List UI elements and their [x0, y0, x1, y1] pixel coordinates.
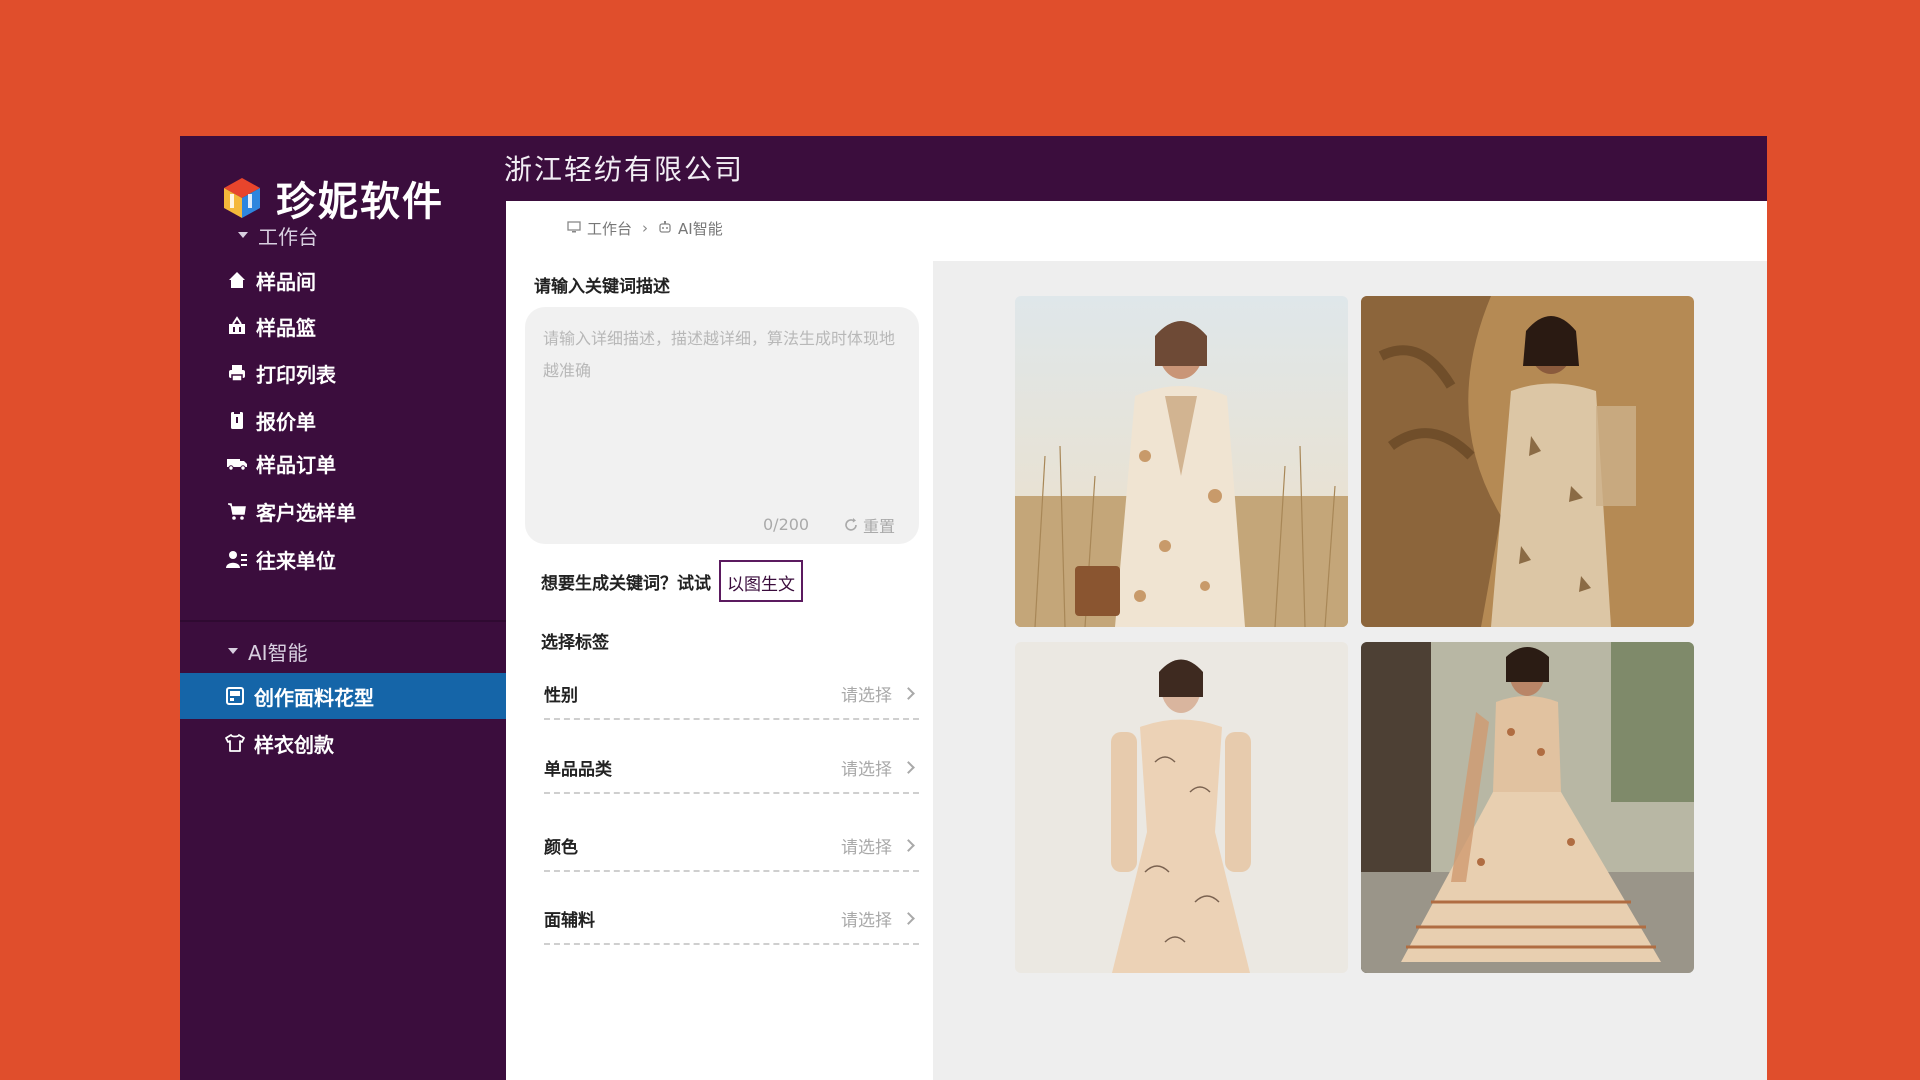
- caret-down-icon: [228, 648, 238, 654]
- field-gender[interactable]: 性别 请选择: [544, 668, 919, 720]
- app-window: 珍妮软件 工作台 样品间 样品篮 打印列表 报价单 样品订单 客户选样单 往来单…: [180, 136, 1767, 1080]
- keyword-textarea-box[interactable]: 0/200 重置: [525, 307, 919, 544]
- shirt-icon: [224, 732, 246, 754]
- sidebar-item-label: 客户选样单: [256, 500, 356, 525]
- chevron-right-icon: [902, 686, 915, 700]
- group-label: 工作台: [258, 224, 318, 249]
- generated-image[interactable]: [1361, 642, 1694, 973]
- chevron-right-icon: [902, 838, 915, 852]
- sidebar-item-label: 样衣创款: [254, 732, 334, 757]
- generated-image[interactable]: [1015, 642, 1348, 973]
- field-label: 颜色: [544, 837, 578, 858]
- home-icon: [226, 269, 248, 291]
- group-label: AI智能: [248, 640, 308, 665]
- sidebar-item-sample-order[interactable]: 样品订单: [180, 440, 506, 486]
- group-workbench[interactable]: 工作台: [180, 215, 506, 255]
- generate-prompt-text: 想要生成关键词？试试: [541, 573, 711, 594]
- field-category[interactable]: 单品品类 请选择: [544, 742, 919, 794]
- breadcrumb-chevron-icon: ›: [642, 219, 649, 237]
- reset-label: 重置: [863, 517, 896, 536]
- truck-icon: [226, 452, 248, 474]
- clipboard-icon: [226, 409, 248, 431]
- caret-down-icon: [238, 232, 248, 238]
- sidebar-item-label: 往来单位: [256, 548, 336, 573]
- refresh-icon: [845, 518, 857, 531]
- chevron-right-icon: [902, 911, 915, 925]
- sidebar-item-fabric-pattern[interactable]: 创作面料花型: [180, 673, 506, 719]
- sidebar-item-label: 样品篮: [256, 315, 316, 340]
- reset-button[interactable]: 重置: [843, 513, 895, 537]
- top-header: 浙江轻纺有限公司: [504, 136, 1767, 201]
- keyword-textarea[interactable]: [543, 323, 903, 473]
- robot-icon: [658, 219, 672, 237]
- palette-icon: [224, 685, 246, 707]
- sidebar: 珍妮软件 工作台 样品间 样品篮 打印列表 报价单 样品订单 客户选样单 往来单…: [180, 136, 506, 1080]
- sidebar-item-sample-design[interactable]: 样衣创款: [180, 720, 506, 766]
- chevron-right-icon: [902, 760, 915, 774]
- generate-keyword-row: 想要生成关键词？试试 以图生文: [541, 560, 803, 602]
- tags-title: 选择标签: [541, 633, 609, 653]
- field-value: 请选择: [841, 759, 892, 780]
- cart-icon: [226, 500, 248, 522]
- field-value: 请选择: [841, 910, 892, 931]
- sidebar-item-sample-basket[interactable]: 样品篮: [180, 303, 506, 349]
- keyword-label: 请输入关键词描述: [534, 277, 670, 297]
- monitor-icon: [567, 219, 581, 237]
- char-counter: 0/200: [763, 515, 810, 534]
- image-to-text-button[interactable]: 以图生文: [719, 560, 803, 602]
- field-value: 请选择: [841, 685, 892, 706]
- field-fabric[interactable]: 面辅料 请选择: [544, 893, 919, 945]
- generated-gallery: [933, 261, 1767, 1080]
- basket-icon: [226, 315, 248, 337]
- breadcrumb-home[interactable]: 工作台: [587, 218, 632, 239]
- field-value: 请选择: [841, 837, 892, 858]
- field-label: 性别: [544, 685, 578, 706]
- sidebar-item-label: 报价单: [256, 409, 316, 434]
- sidebar-item-quotation[interactable]: 报价单: [180, 397, 506, 443]
- generated-image[interactable]: [1361, 296, 1694, 627]
- sidebar-item-print-list[interactable]: 打印列表: [180, 350, 506, 396]
- sidebar-item-label: 样品间: [256, 269, 316, 294]
- sidebar-divider: [180, 620, 506, 622]
- sidebar-item-customer-selection[interactable]: 客户选样单: [180, 488, 506, 534]
- breadcrumb: 工作台 › AI智能: [567, 216, 723, 240]
- sidebar-item-sample-room[interactable]: 样品间: [180, 257, 506, 303]
- printer-icon: [226, 362, 248, 384]
- sidebar-item-contacts[interactable]: 往来单位: [180, 536, 506, 582]
- field-label: 单品品类: [544, 759, 612, 780]
- sidebar-item-label: 创作面料花型: [254, 685, 374, 710]
- generated-image[interactable]: [1015, 296, 1348, 627]
- field-color[interactable]: 颜色 请选择: [544, 820, 919, 872]
- sidebar-item-label: 打印列表: [256, 362, 336, 387]
- breadcrumb-current: AI智能: [678, 219, 723, 238]
- group-ai[interactable]: AI智能: [180, 631, 506, 671]
- field-label: 面辅料: [544, 910, 595, 931]
- contacts-icon: [226, 548, 248, 570]
- company-name: 浙江轻纺有限公司: [504, 153, 745, 186]
- sidebar-item-label: 样品订单: [256, 452, 336, 477]
